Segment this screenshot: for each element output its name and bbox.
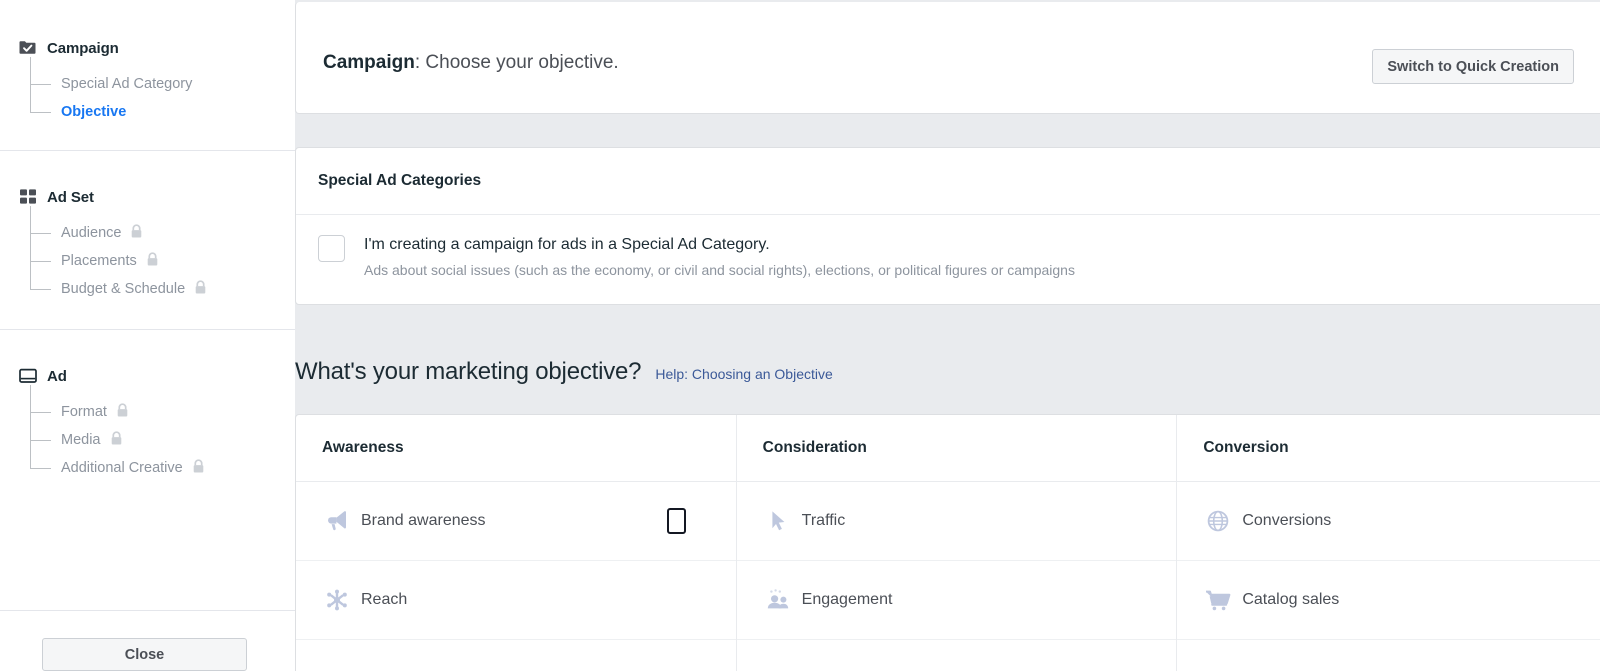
objective-option-conversions[interactable]: Conversions <box>1177 482 1600 561</box>
sidebar-item-label: Audience <box>61 225 122 241</box>
sidebar-item-budget-and-schedule[interactable]: Budget & Schedule <box>27 261 295 303</box>
sidebar-group-campaign: Campaign Special Ad Category Objective <box>0 0 295 150</box>
page-title: Campaign: Choose your objective. <box>323 52 619 74</box>
sidebar-group-header[interactable]: Campaign <box>0 38 295 58</box>
objective-column-conversion: Conversion Conversions Catalog sales <box>1177 415 1600 671</box>
lock-icon <box>110 430 123 450</box>
special-ad-categories-body: I'm creating a campaign for ads in a Spe… <box>296 215 1600 279</box>
globe-icon <box>1203 508 1233 534</box>
sidebar-subitems: Format Media Additional Creative <box>0 385 295 482</box>
sidebar-item-label: Placements <box>61 253 137 269</box>
sidebar-item-objective[interactable]: Objective <box>27 84 295 126</box>
sidebar-item-label: Media <box>61 432 101 448</box>
main-content: Campaign: Choose your objective. Switch … <box>295 0 1600 671</box>
sidebar-item-label: Additional Creative <box>61 460 183 476</box>
sidebar-item-label: Special Ad Category <box>61 76 193 92</box>
special-ad-categories-header: Special Ad Categories <box>296 148 1600 215</box>
campaign-creation-screen: Campaign Special Ad Category Objective A… <box>0 0 1600 671</box>
special-ad-category-text-block: I'm creating a campaign for ads in a Spe… <box>364 234 1075 279</box>
people-icon <box>763 587 793 613</box>
folder-check-icon <box>18 38 38 58</box>
sidebar-item-media[interactable]: Media <box>27 412 295 454</box>
lock-icon <box>116 402 129 422</box>
objective-option-label: Brand awareness <box>361 512 486 529</box>
column-header: Awareness <box>296 415 736 482</box>
sidebar-group-ad-set: Ad Set Audience Placements Budget & Sche… <box>0 150 295 329</box>
sidebar-footer: Close <box>0 610 295 671</box>
sidebar-group-label: Campaign <box>47 39 119 57</box>
sidebar-item-label: Format <box>61 404 107 420</box>
mouse-cursor-indicator <box>667 508 686 534</box>
page-title-rest: : Choose your objective. <box>414 52 619 73</box>
campaign-header-card: Campaign: Choose your objective. Switch … <box>295 2 1600 114</box>
sidebar-item-label: Objective <box>61 104 127 120</box>
objective-option-label: Reach <box>361 591 408 608</box>
sidebar-item-additional-creative[interactable]: Additional Creative <box>27 440 295 482</box>
lock-icon <box>192 458 205 478</box>
objective-option-reach[interactable]: Reach <box>296 561 736 640</box>
sidebar-item-audience[interactable]: Audience <box>27 206 295 247</box>
objective-column-consideration: Consideration Traffic Engagement <box>736 415 1178 671</box>
switch-to-quick-creation-button[interactable]: Switch to Quick Creation <box>1372 49 1574 84</box>
objective-heading-row: What's your marketing objective? Help: C… <box>295 358 833 386</box>
objective-option-label: Catalog sales <box>1242 591 1340 608</box>
sidebar-group-header[interactable]: Ad <box>0 366 295 386</box>
special-ad-categories-card: Special Ad Categories I'm creating a cam… <box>295 147 1600 305</box>
sidebar-group-ad: Ad Format Media Additional Creative <box>0 329 295 508</box>
column-header: Consideration <box>736 415 1177 482</box>
sidebar-subitems: Special Ad Category Objective <box>0 57 295 126</box>
close-button[interactable]: Close <box>42 638 247 671</box>
objective-option-traffic[interactable]: Traffic <box>736 482 1177 561</box>
objective-option-label: Traffic <box>801 512 846 529</box>
sidebar-subitems: Audience Placements Budget & Schedule <box>0 206 295 303</box>
cursor-arrow-icon <box>763 508 793 534</box>
sidebar-item-special-ad-category[interactable]: Special Ad Category <box>27 57 295 98</box>
sidebar-group-label: Ad <box>47 367 67 385</box>
objective-heading: What's your marketing objective? <box>295 358 642 385</box>
sidebar-item-label: Budget & Schedule <box>61 281 186 297</box>
page-title-bold: Campaign <box>323 52 415 73</box>
objective-option-label: Engagement <box>801 591 893 608</box>
grid-squares-icon <box>18 187 38 207</box>
objective-option-catalog-sales[interactable]: Catalog sales <box>1177 561 1600 640</box>
objective-option-brand-awareness[interactable]: Brand awareness <box>296 482 736 561</box>
sidebar-nav: Campaign Special Ad Category Objective A… <box>0 0 295 671</box>
special-ad-category-checkbox[interactable] <box>318 235 345 262</box>
sidebar-group-label: Ad Set <box>47 188 94 206</box>
lock-icon <box>194 279 207 299</box>
megaphone-icon <box>322 508 352 534</box>
column-header: Conversion <box>1177 415 1600 482</box>
objectives-table: Awareness Brand awareness Reach Consider… <box>295 414 1600 671</box>
special-ad-category-label: I'm creating a campaign for ads in a Spe… <box>364 236 770 253</box>
shopping-cart-icon <box>1203 587 1233 613</box>
sidebar-group-header[interactable]: Ad Set <box>0 187 295 207</box>
sidebar-item-format[interactable]: Format <box>27 385 295 426</box>
objective-column-awareness: Awareness Brand awareness Reach <box>296 415 737 671</box>
lock-icon <box>146 251 159 271</box>
window-icon <box>18 366 38 386</box>
objective-option-engagement[interactable]: Engagement <box>736 561 1177 640</box>
sidebar-item-placements[interactable]: Placements <box>27 233 295 275</box>
lock-icon <box>130 223 143 243</box>
section-title: Special Ad Categories <box>318 172 482 189</box>
objective-option-label: Conversions <box>1242 512 1332 529</box>
special-ad-category-sublabel: Ads about social issues (such as the eco… <box>364 262 1075 278</box>
reach-burst-icon <box>322 587 352 613</box>
help-choosing-objective-link[interactable]: Help: Choosing an Objective <box>655 366 832 382</box>
